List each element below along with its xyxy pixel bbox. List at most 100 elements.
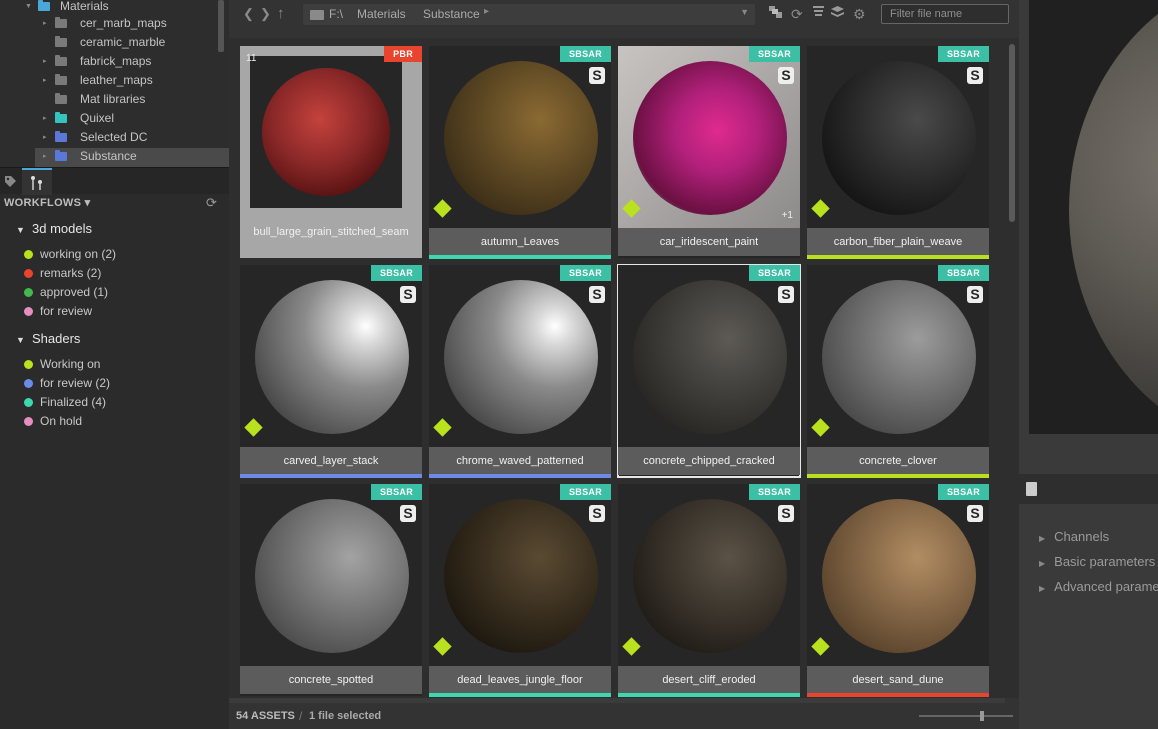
tree-item-label: Quixel <box>80 111 115 125</box>
reload-icon[interactable]: ⟳ <box>791 6 803 22</box>
forward-arrow-icon[interactable]: ❯ <box>260 6 271 22</box>
asset-thumbnail[interactable]: SBSAR S <box>429 46 611 228</box>
collapse-arrow-icon[interactable]: ▼ <box>16 330 32 350</box>
refresh-icon[interactable]: ⟳ <box>206 195 217 211</box>
collapse-arrow-icon[interactable]: ▼ <box>16 220 32 240</box>
format-badge: SBSAR <box>370 265 422 281</box>
filter-input[interactable] <box>881 4 1009 24</box>
asset-card[interactable]: SBSAR Sconcrete_spotted <box>240 484 422 696</box>
breadcrumb-drive[interactable]: F:\ <box>329 7 343 21</box>
layout-icon[interactable] <box>769 6 782 22</box>
breadcrumb[interactable]: F:\ Materials Substance ▸ ▼ <box>303 4 755 25</box>
format-badge: SBSAR <box>370 484 422 500</box>
workflow-status-item[interactable]: Working on <box>24 355 100 374</box>
basic-parameters-section[interactable]: ▶ Basic parameters <box>1039 554 1155 569</box>
folder-icon <box>310 10 324 20</box>
channels-section[interactable]: ▶ Channels <box>1039 529 1109 544</box>
material-sphere <box>822 61 976 215</box>
substance-logo-icon: S <box>400 505 416 522</box>
back-arrow-icon[interactable]: ❮ <box>243 6 254 22</box>
asset-thumbnail[interactable]: SBSAR S <box>618 484 800 666</box>
asset-thumbnail[interactable]: SBSAR S <box>807 265 989 447</box>
workflow-status-item[interactable]: for review (2) <box>24 374 110 393</box>
asset-card[interactable]: SBSAR Sconcrete_chipped_cracked <box>617 264 801 478</box>
asset-card[interactable]: SBSAR Sautumn_Leaves <box>429 46 611 259</box>
workflow-stripe <box>240 474 422 478</box>
material-preview[interactable] <box>1029 0 1158 434</box>
asset-thumbnail[interactable]: SBSAR S <box>240 484 422 666</box>
substance-logo-icon: S <box>589 67 605 84</box>
asset-card[interactable]: SBSAR S +1 car_iridescent_paint <box>618 46 800 258</box>
asset-card[interactable]: SBSAR Sconcrete_clover <box>807 265 989 478</box>
asset-thumbnail[interactable]: SBSAR S <box>807 46 989 228</box>
asset-thumbnail[interactable]: SBSAR S <box>429 484 611 666</box>
asset-thumbnail[interactable]: SBSAR S +1 <box>618 46 800 228</box>
zoom-slider[interactable] <box>919 711 1013 721</box>
zoom-slider-handle[interactable] <box>980 711 984 721</box>
substance-logo-icon: S <box>778 505 794 522</box>
asset-thumbnail[interactable]: SBSAR S <box>240 265 422 447</box>
material-sphere <box>444 280 598 434</box>
breadcrumb-materials[interactable]: Materials <box>357 7 406 21</box>
layers-icon[interactable] <box>831 6 844 22</box>
asset-card[interactable]: SBSAR Sdead_leaves_jungle_floor <box>429 484 611 697</box>
workflows-tab[interactable] <box>22 168 52 195</box>
asset-card[interactable]: SBSAR Sdesert_cliff_eroded <box>618 484 800 697</box>
expand-arrow-icon[interactable]: ▸ <box>43 14 47 33</box>
workflow-group[interactable]: ▼ 3d models <box>16 219 92 239</box>
advanced-parameters-section[interactable]: ▶ Advanced parame <box>1039 579 1158 594</box>
workflows-title[interactable]: WORKFLOWS ▾ <box>4 196 90 209</box>
tree-scrollbar[interactable] <box>218 0 224 52</box>
asset-card[interactable]: SBSAR Scarved_layer_stack <box>240 265 422 478</box>
asset-thumbnail[interactable]: SBSAR S <box>618 265 800 447</box>
workflow-status-item[interactable]: Finalized (4) <box>24 393 106 412</box>
workflow-status-item[interactable]: working on (2) <box>24 245 116 264</box>
substance-logo-icon: S <box>589 286 605 303</box>
asset-card[interactable]: SBSAR Schrome_waved_patterned <box>429 265 611 478</box>
format-badge: SBSAR <box>748 265 800 281</box>
workflow-status-item[interactable]: approved (1) <box>24 283 108 302</box>
asset-name: desert_cliff_eroded <box>618 666 800 694</box>
gear-icon[interactable]: ⚙ <box>853 6 866 22</box>
document-icon[interactable] <box>1026 482 1037 496</box>
substance-logo-icon: S <box>400 286 416 303</box>
tree-item-label: leather_maps <box>80 73 153 87</box>
expand-arrow-icon[interactable]: ▸ <box>43 128 47 147</box>
asset-thumbnail[interactable]: SBSAR S <box>429 265 611 447</box>
expand-arrow-icon[interactable]: ▸ <box>43 109 47 128</box>
up-arrow-icon[interactable]: ↑ <box>277 6 285 22</box>
asset-card[interactable]: PBR 11 bull_large_grain_stitched_seam <box>240 46 422 258</box>
breadcrumb-substance[interactable]: Substance <box>423 7 480 21</box>
asset-thumbnail[interactable]: SBSAR S <box>807 484 989 666</box>
format-badge: SBSAR <box>748 484 800 500</box>
asset-name: concrete_clover <box>807 447 989 475</box>
asset-card[interactable]: SBSAR Scarbon_fiber_plain_weave <box>807 46 989 259</box>
asset-name: carved_layer_stack <box>240 447 422 475</box>
material-sphere <box>633 61 787 215</box>
workflow-status-item[interactable]: remarks (2) <box>24 264 101 283</box>
material-sphere <box>444 61 598 215</box>
selection-status: 1 file selected <box>309 710 382 722</box>
tree-item-label: ceramic_marble <box>80 35 166 49</box>
workflow-status-item[interactable]: for review <box>24 302 92 321</box>
sort-icon[interactable] <box>813 6 824 22</box>
asset-thumbnail[interactable]: PBR 11 <box>240 46 422 228</box>
expand-arrow-icon[interactable]: ▸ <box>43 52 47 71</box>
expand-arrow-icon[interactable]: ▼ <box>25 0 32 16</box>
expand-arrow-icon[interactable]: ▸ <box>43 147 47 166</box>
panel-tabs <box>0 167 229 195</box>
chevron-down-icon[interactable]: ▼ <box>740 7 749 17</box>
asset-card[interactable]: SBSAR Sdesert_sand_dune <box>807 484 989 697</box>
substance-logo-icon: S <box>778 67 794 84</box>
workflow-status-item[interactable]: On hold <box>24 412 82 431</box>
substance-logo-icon: S <box>967 505 983 522</box>
format-badge: SBSAR <box>748 46 800 62</box>
tags-tab[interactable] <box>0 168 20 195</box>
material-sphere <box>822 499 976 653</box>
asset-name: chrome_waved_patterned <box>429 447 611 475</box>
grid-scrollbar[interactable] <box>1009 44 1015 222</box>
substance-logo-icon: S <box>778 286 794 303</box>
expand-arrow-icon[interactable]: ▸ <box>43 71 47 90</box>
workflow-stripe <box>807 693 989 697</box>
workflow-group[interactable]: ▼ Shaders <box>16 329 80 349</box>
